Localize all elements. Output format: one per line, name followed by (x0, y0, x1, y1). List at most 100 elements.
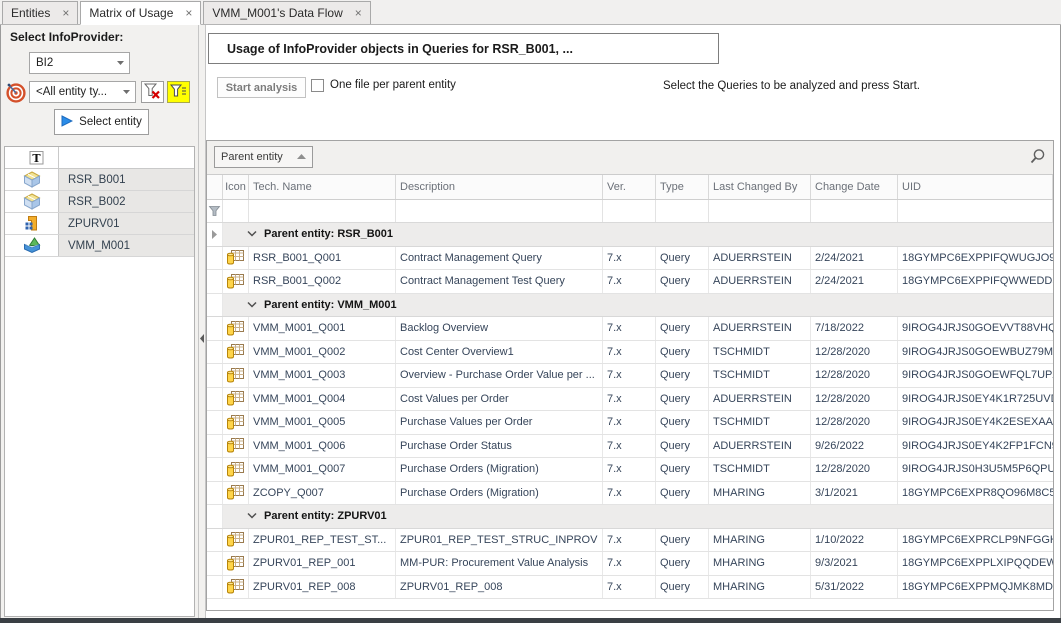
entity-list-header-cell[interactable] (59, 147, 194, 168)
table-row[interactable]: ZPUR01_REP_TEST_ST...ZPUR01_REP_TEST_STR… (207, 529, 1053, 553)
filter-cell-type[interactable] (656, 200, 709, 222)
row-indicator (207, 247, 223, 270)
cell-ver: 7.x (603, 576, 656, 599)
entity-row-zpurv01[interactable]: ZPURV01 (5, 213, 194, 235)
sort-ascending-icon (297, 151, 306, 163)
entity-row-rsr-b001[interactable]: RSR_B001 (5, 169, 194, 191)
query-icon (223, 435, 249, 458)
column-header-change-date[interactable]: Change Date (811, 175, 898, 199)
system-combo[interactable]: BI2 (29, 52, 130, 74)
cell-type: Query (656, 435, 709, 458)
entity-list-header[interactable]: T (5, 147, 194, 169)
cell-date: 5/31/2022 (811, 576, 898, 599)
cell-type: Query (656, 576, 709, 599)
one-file-checkbox[interactable] (311, 79, 324, 92)
group-row-parent-entity-zpurv01[interactable]: Parent entity: ZPURV01 (207, 505, 1053, 529)
entity-type-combo[interactable]: <All entity ty... (29, 81, 136, 103)
results-grid: Parent entity IconTech. NameDescriptionV… (206, 140, 1054, 611)
cell-uid: 9IROG4JRJS0GOEWFQL7UPZ... (898, 364, 1053, 387)
row-indicator (207, 435, 223, 458)
filter-cell-description[interactable] (396, 200, 603, 222)
cell-type: Query (656, 317, 709, 340)
cell-date: 12/28/2020 (811, 341, 898, 364)
search-icon[interactable] (1029, 148, 1046, 170)
cell-uid: 18GYMPC6EXPPLXIPQQDEWTI... (898, 552, 1053, 575)
cell-desc: Purchase Orders (Migration) (396, 482, 603, 505)
table-row[interactable]: VMM_M001_Q005Purchase Values per Order7.… (207, 411, 1053, 435)
filter-cell-change-date[interactable] (811, 200, 898, 222)
table-row[interactable]: ZPURV01_REP_001MM-PUR: Procurement Value… (207, 552, 1053, 576)
cell-tech: ZPUR01_REP_TEST_ST... (249, 529, 396, 552)
group-row-parent-entity-vmm-m001[interactable]: Parent entity: VMM_M001 (207, 294, 1053, 318)
filter-cell-tech-name[interactable] (249, 200, 396, 222)
column-header-description[interactable]: Description (396, 175, 603, 199)
table-row[interactable]: VMM_M001_Q006Purchase Order Status7.xQue… (207, 435, 1053, 459)
column-header-uid[interactable]: UID (898, 175, 1053, 199)
clear-filter-button[interactable] (141, 81, 164, 103)
column-header-icon[interactable]: Icon (223, 175, 249, 199)
table-row[interactable]: VMM_M001_Q001Backlog Overview7.xQueryADU… (207, 317, 1053, 341)
filter-cell-last-changed-by[interactable] (709, 200, 811, 222)
tab-label: Entities (11, 6, 50, 20)
text-filter-icon[interactable]: T (5, 147, 59, 168)
table-row[interactable]: VMM_M001_Q007Purchase Orders (Migration)… (207, 458, 1053, 482)
cell-type: Query (656, 482, 709, 505)
tab-vmm-m001-s-data-flow[interactable]: VMM_M001's Data Flow× (203, 1, 370, 24)
query-icon (223, 411, 249, 434)
table-row[interactable]: ZPURV01_REP_008ZPURV01_REP_0087.xQueryMH… (207, 576, 1053, 600)
column-header-last-changed-by[interactable]: Last Changed By (709, 175, 811, 199)
filter-cell-icon[interactable] (223, 200, 249, 222)
start-analysis-button[interactable]: Start analysis (217, 77, 306, 98)
hint-text: Select the Queries to be analyzed and pr… (663, 80, 920, 92)
tab-matrix-of-usage[interactable]: Matrix of Usage× (80, 1, 201, 25)
entity-row-vmm-m001[interactable]: VMM_M001 (5, 235, 194, 257)
filter-cell-uid[interactable] (898, 200, 1053, 222)
row-indicator (207, 529, 223, 552)
table-row[interactable]: VMM_M001_Q002Cost Center Overview17.xQue… (207, 341, 1053, 365)
chevron-down-icon[interactable] (247, 510, 257, 522)
table-row[interactable]: VMM_M001_Q004Cost Values per Order7.xQue… (207, 388, 1053, 412)
row-indicator (207, 223, 223, 246)
group-header-cell[interactable]: Parent entity: VMM_M001 (223, 294, 1053, 317)
group-row-parent-entity-rsr-b001[interactable]: Parent entity: RSR_B001 (207, 223, 1053, 247)
filter-cell-ver[interactable] (603, 200, 656, 222)
entity-row-rsr-b002[interactable]: RSR_B002 (5, 191, 194, 213)
table-row[interactable]: RSR_B001_Q001Contract Management Query7.… (207, 247, 1053, 271)
table-row[interactable]: RSR_B001_Q002Contract Management Test Qu… (207, 270, 1053, 294)
chevron-down-icon[interactable] (247, 299, 257, 311)
cell-date: 12/28/2020 (811, 388, 898, 411)
cell-uid: 9IROG4JRJS0H3U5M5P6QPU... (898, 458, 1053, 481)
row-indicator (207, 270, 223, 293)
cell-desc: Backlog Overview (396, 317, 603, 340)
column-header-ver[interactable]: Ver. (603, 175, 656, 199)
grid-filter-row (207, 200, 1053, 223)
sidebar-splitter[interactable] (198, 25, 206, 618)
filter-button[interactable] (167, 81, 190, 103)
group-header-cell[interactable]: Parent entity: ZPURV01 (223, 505, 1053, 528)
cell-ver: 7.x (603, 411, 656, 434)
cell-uid: 18GYMPC6EXPPIFQWUGJO92... (898, 247, 1053, 270)
cell-desc: Cost Values per Order (396, 388, 603, 411)
group-header-cell[interactable]: Parent entity: RSR_B001 (223, 223, 1053, 246)
tab-close-icon[interactable]: × (185, 8, 192, 18)
cell-tech: ZCOPY_Q007 (249, 482, 396, 505)
cell-by: ADUERRSTEIN (709, 247, 811, 270)
tab-close-icon[interactable]: × (355, 8, 362, 18)
table-row[interactable]: VMM_M001_Q003Overview - Purchase Order V… (207, 364, 1053, 388)
cell-desc: MM-PUR: Procurement Value Analysis (396, 552, 603, 575)
sidebar-title: Select InfoProvider: (10, 30, 123, 44)
column-header-type[interactable]: Type (656, 175, 709, 199)
column-header-tech-name[interactable]: Tech. Name (249, 175, 396, 199)
chevron-down-icon[interactable] (247, 228, 257, 240)
sidebar: Select InfoProvider: BI2 <All entity ty.… (1, 25, 198, 618)
tab-entities[interactable]: Entities × (2, 1, 78, 24)
group-by-chip[interactable]: Parent entity (214, 146, 313, 168)
table-row[interactable]: ZCOPY_Q007Purchase Orders (Migration)7.x… (207, 482, 1053, 506)
collapse-left-icon[interactable] (200, 330, 205, 348)
cell-tech: RSR_B001_Q002 (249, 270, 396, 293)
tab-close-icon[interactable]: × (62, 8, 69, 18)
adso-icon (5, 213, 59, 234)
play-icon (61, 115, 73, 130)
row-indicator (207, 364, 223, 387)
select-entity-button[interactable]: Select entity (54, 109, 149, 135)
